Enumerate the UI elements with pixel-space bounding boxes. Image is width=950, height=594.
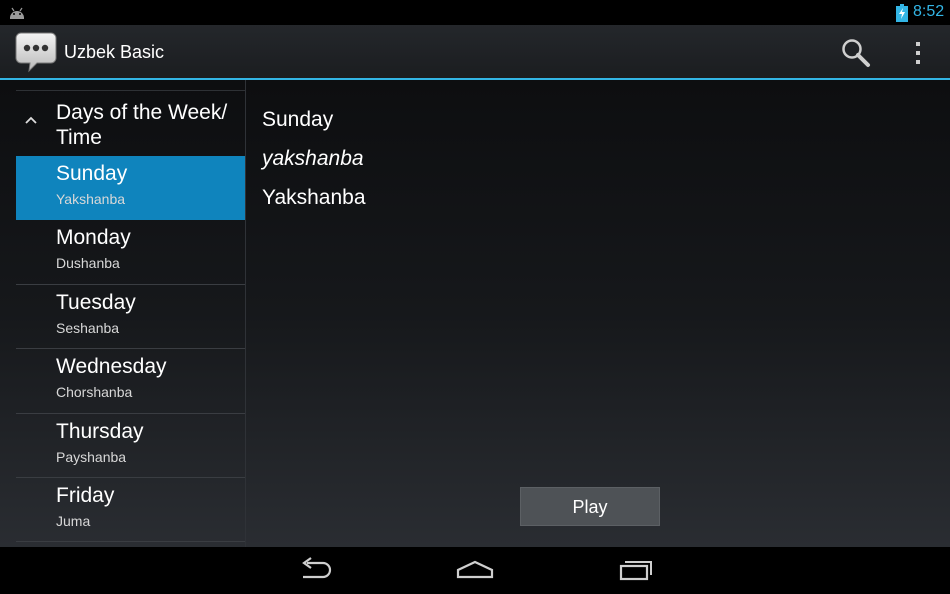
- item-sublabel: Juma: [56, 512, 91, 529]
- list-item-monday[interactable]: Monday Dushanba: [16, 220, 245, 285]
- transliteration: yakshanba: [262, 147, 364, 170]
- item-sublabel: Seshanba: [56, 319, 120, 336]
- item-sublabel: Yakshanba: [56, 191, 126, 207]
- english-word: Sunday: [262, 108, 334, 131]
- item-label: Monday: [56, 226, 131, 250]
- pane-divider: [245, 80, 246, 547]
- list-item-friday[interactable]: Friday Juma: [16, 478, 245, 543]
- item-label: Wednesday: [56, 355, 167, 379]
- list-item-thursday[interactable]: Thursday Payshanba: [16, 414, 245, 478]
- status-bar: 8:52: [0, 0, 950, 25]
- item-sublabel: Payshanba: [56, 448, 127, 465]
- category-list: Days of the Week/ Time Sunday Yakshanba …: [16, 90, 245, 547]
- chevron-up-icon: [25, 116, 37, 124]
- list-item-tuesday[interactable]: Tuesday Seshanba: [16, 285, 245, 350]
- item-label: Thursday: [56, 419, 144, 443]
- list-item-wednesday[interactable]: Wednesday Chorshanba: [16, 349, 245, 414]
- detail-pane: Sunday yakshanba Yakshanba: [262, 100, 366, 217]
- native-word: Yakshanba: [262, 186, 366, 209]
- group-title: Days of the Week/ Time: [56, 101, 228, 149]
- home-icon[interactable]: [456, 557, 494, 583]
- item-sublabel: Dushanba: [56, 255, 120, 272]
- clock: 8:52: [913, 3, 945, 20]
- list-item-sunday[interactable]: Sunday Yakshanba: [16, 156, 245, 221]
- group-header[interactable]: Days of the Week/ Time: [16, 90, 245, 156]
- item-label: Sunday: [56, 162, 128, 185]
- overflow-menu-icon[interactable]: [904, 37, 932, 69]
- action-bar: Uzbek Basic: [0, 25, 950, 79]
- item-label: Friday: [56, 483, 115, 507]
- item-label: Tuesday: [56, 290, 136, 314]
- recent-apps-icon[interactable]: [618, 557, 654, 583]
- back-icon[interactable]: [297, 557, 333, 583]
- search-icon[interactable]: [840, 37, 872, 69]
- battery-charging-icon: [896, 4, 908, 22]
- item-sublabel: Chorshanba: [56, 384, 133, 401]
- play-button[interactable]: Play: [520, 487, 660, 526]
- content-area: Days of the Week/ Time Sunday Yakshanba …: [0, 80, 950, 547]
- android-icon: [10, 7, 24, 19]
- navigation-bar: [0, 547, 950, 594]
- chat-bubble-app-icon[interactable]: [15, 31, 57, 73]
- app-title: Uzbek Basic: [64, 42, 165, 62]
